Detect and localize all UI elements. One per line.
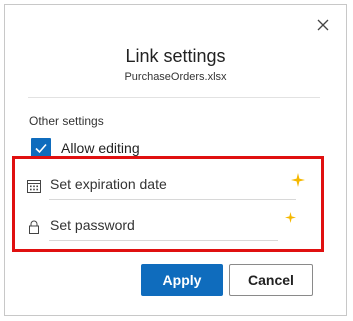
expiration-date-label: Set expiration date: [50, 176, 167, 192]
allow-editing-checkbox[interactable]: [31, 138, 51, 158]
other-settings-label: Other settings: [29, 114, 104, 128]
header-divider: [28, 97, 320, 98]
sparkle-icon: [285, 212, 296, 223]
lock-icon: [29, 220, 39, 234]
expiration-date-field[interactable]: Set expiration date: [26, 172, 296, 200]
apply-button[interactable]: Apply: [141, 264, 223, 296]
password-field[interactable]: Set password: [26, 213, 278, 241]
allow-editing-label: Allow editing: [61, 140, 140, 156]
calendar-icon: [27, 180, 41, 193]
password-underline: [49, 240, 278, 241]
dialog-title: Link settings: [125, 46, 226, 66]
file-name: PurchaseOrders.xlsx: [124, 71, 227, 83]
sparkle-icon: [291, 173, 305, 187]
checkmark-icon: [35, 143, 47, 154]
allow-editing-checkbox-row[interactable]: Allow editing: [31, 138, 140, 158]
cancel-button[interactable]: Cancel: [229, 264, 313, 296]
password-label: Set password: [50, 217, 135, 233]
close-icon[interactable]: [315, 17, 331, 33]
link-settings-dialog: Link settings PurchaseOrders.xlsx Other …: [4, 4, 347, 316]
expiration-date-underline: [49, 199, 296, 200]
